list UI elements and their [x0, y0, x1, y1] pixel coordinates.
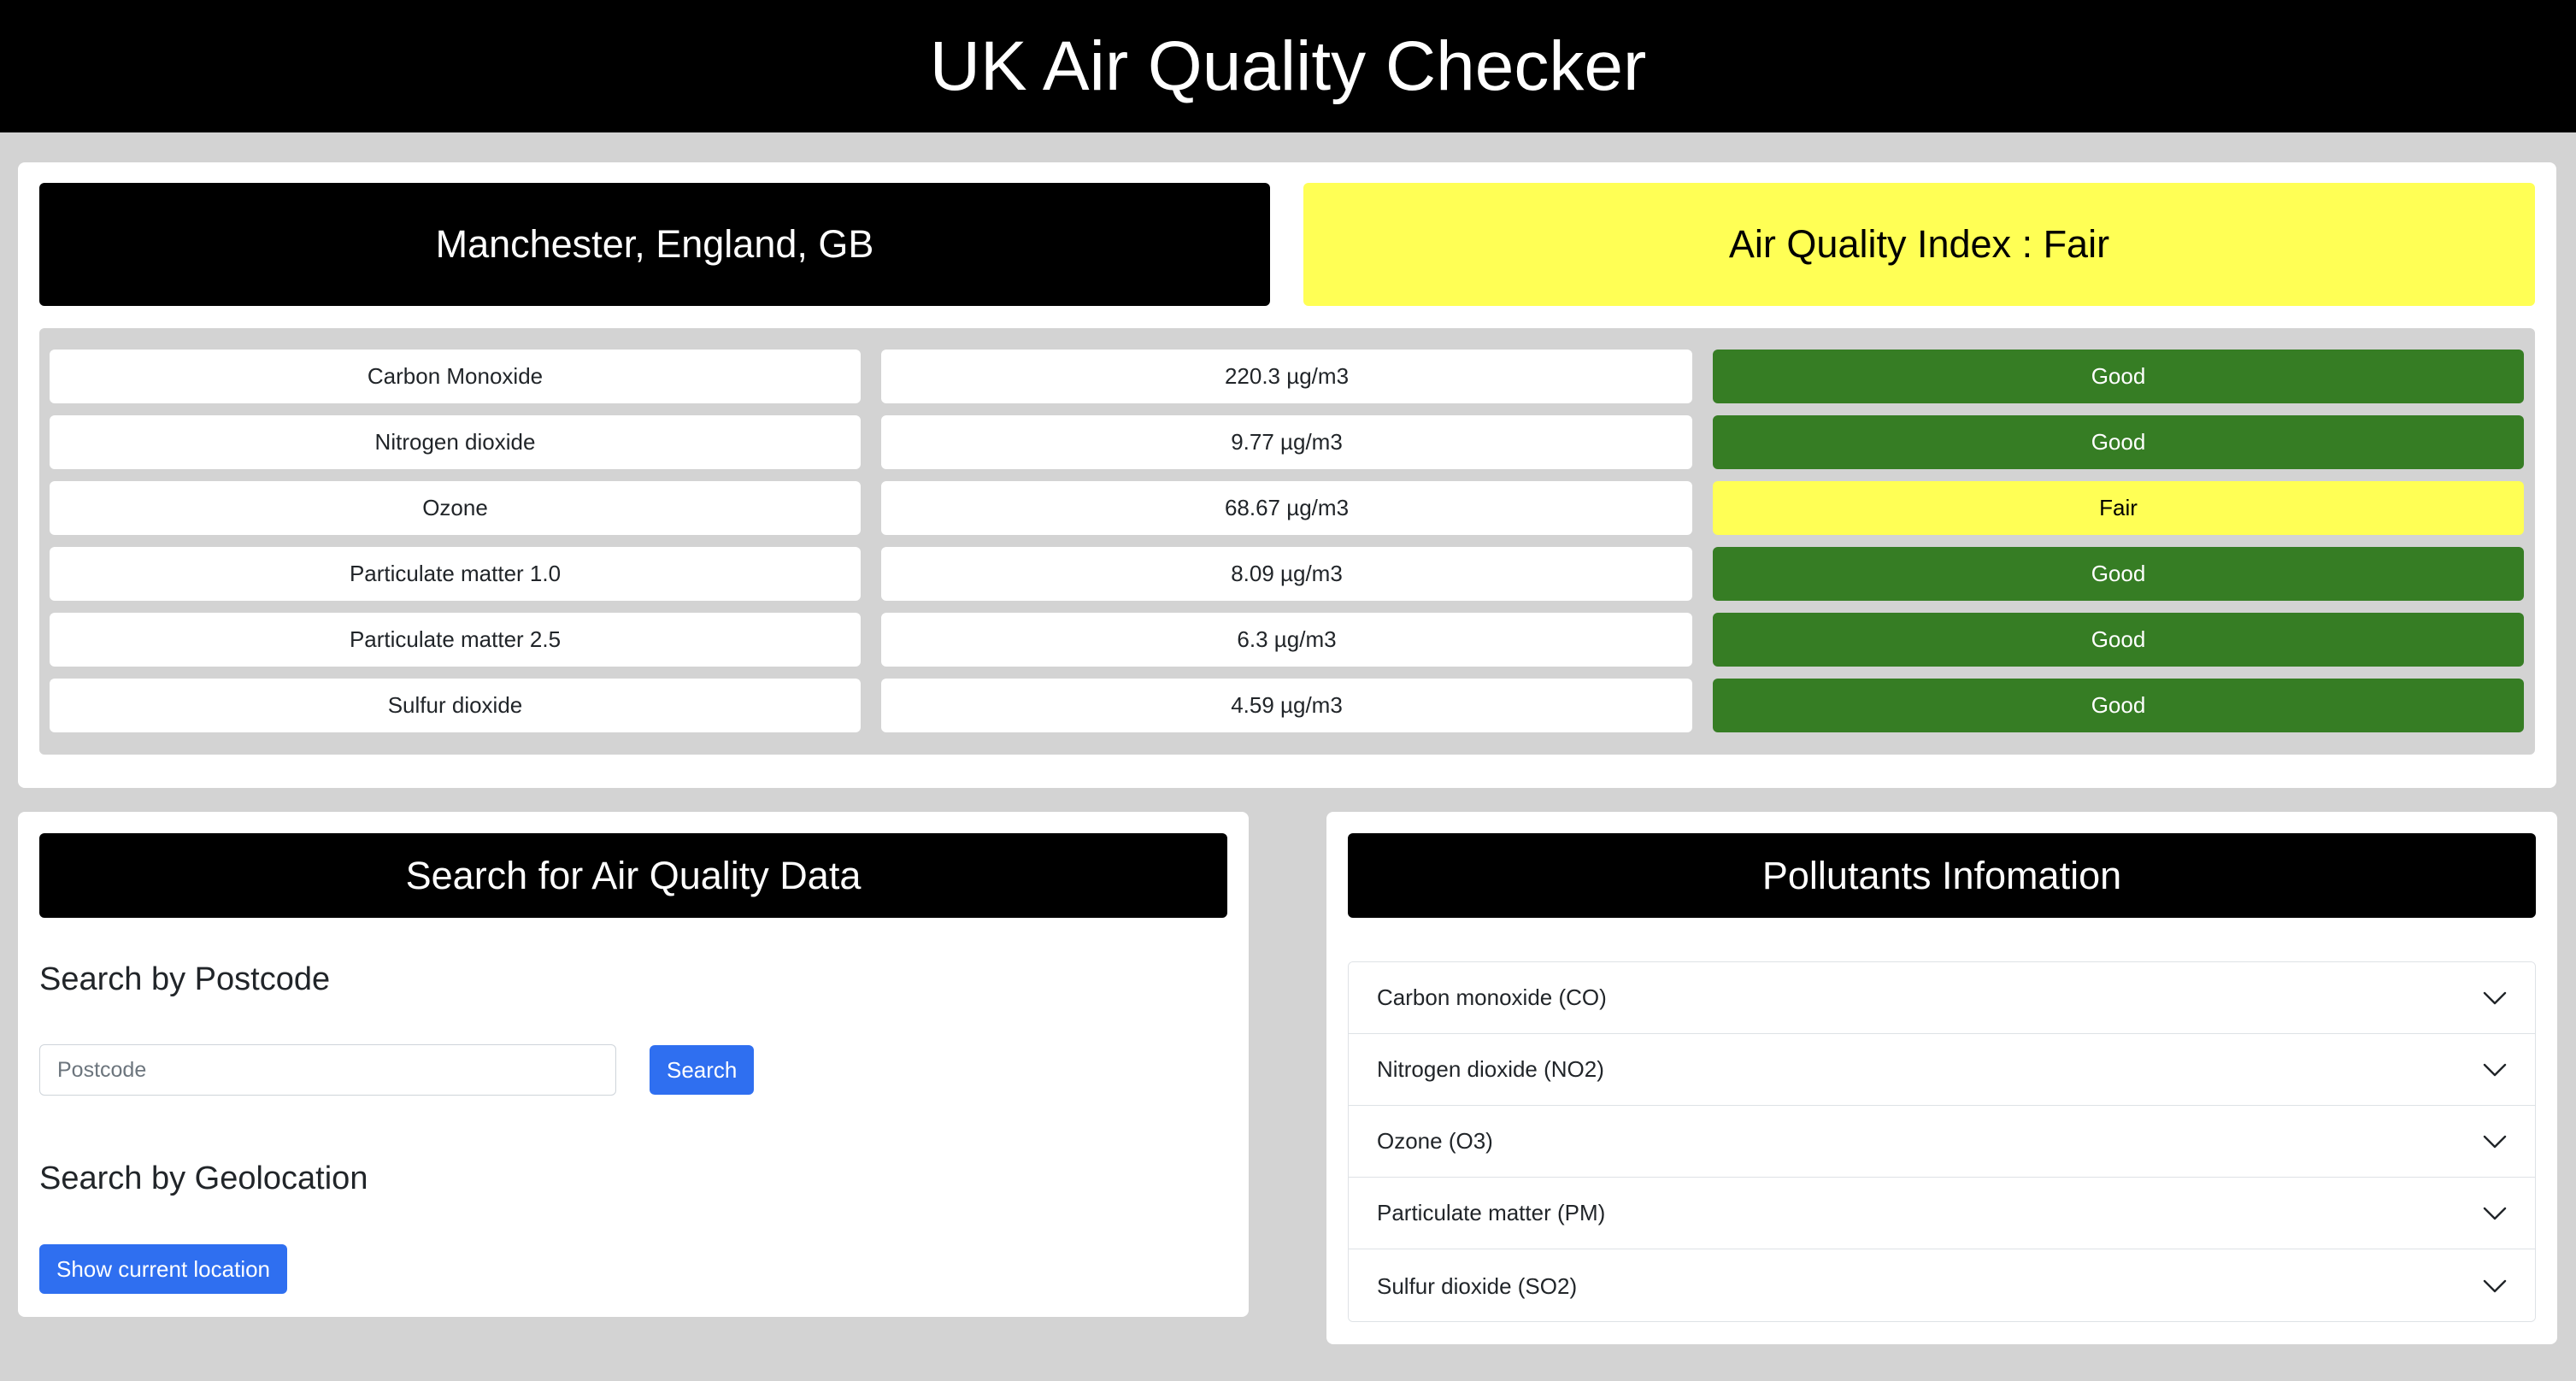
pollutants-info-panel: Pollutants Infomation Carbon monoxide (C…: [1326, 812, 2557, 1344]
pollutant-data-grid: Carbon Monoxide 220.3 µg/m3 Good Nitroge…: [39, 328, 2535, 755]
accordion-item-label: Ozone (O3): [1377, 1128, 1493, 1154]
info-panel-title: Pollutants Infomation: [1348, 833, 2536, 918]
pollutant-value-cell: 9.77 µg/m3: [881, 415, 1692, 469]
accordion-item-nitrogen-dioxide[interactable]: Nitrogen dioxide (NO2): [1349, 1034, 2535, 1106]
chevron-down-icon: [2483, 1135, 2507, 1148]
location-banner: Manchester, England, GB: [39, 183, 1270, 306]
pollutant-name-cell: Sulfur dioxide: [50, 679, 861, 732]
pollutant-status-badge: Good: [1713, 679, 2524, 732]
pollutant-name-cell: Particulate matter 2.5: [50, 613, 861, 667]
accordion-item-particulate-matter[interactable]: Particulate matter (PM): [1349, 1178, 2535, 1249]
pollutant-value-cell: 4.59 µg/m3: [881, 679, 1692, 732]
pollutant-status-badge: Good: [1713, 613, 2524, 667]
pollutants-accordion: Carbon monoxide (CO) Nitrogen dioxide (N…: [1348, 961, 2536, 1322]
aqi-banner: Air Quality Index : Fair: [1303, 183, 2535, 306]
accordion-item-ozone[interactable]: Ozone (O3): [1349, 1106, 2535, 1178]
accordion-item-label: Carbon monoxide (CO): [1377, 984, 1607, 1010]
postcode-heading: Search by Postcode: [39, 961, 331, 997]
pollutant-name-cell: Ozone: [50, 481, 861, 535]
search-panel: Search for Air Quality Data Search by Po…: [18, 812, 1249, 1317]
aqi-label: Air Quality Index : Fair: [1728, 222, 2110, 266]
info-panel-title-text: Pollutants Infomation: [1761, 853, 2122, 897]
search-panel-title: Search for Air Quality Data: [39, 833, 1227, 918]
show-current-location-button[interactable]: Show current location: [39, 1244, 288, 1294]
app-title: UK Air Quality Checker: [929, 26, 1647, 105]
chevron-down-icon: [2483, 991, 2507, 1004]
location-name: Manchester, England, GB: [435, 222, 874, 266]
pollutant-value-cell: 68.67 µg/m3: [881, 481, 1692, 535]
search-panel-title-text: Search for Air Quality Data: [405, 853, 862, 897]
chevron-down-icon: [2483, 1063, 2507, 1076]
accordion-item-label: Sulfur dioxide (SO2): [1377, 1272, 1578, 1299]
pollutant-status-badge: Fair: [1713, 481, 2524, 535]
accordion-item-carbon-monoxide[interactable]: Carbon monoxide (CO): [1349, 962, 2535, 1034]
accordion-item-label: Particulate matter (PM): [1377, 1200, 1606, 1225]
pollutant-name-cell: Nitrogen dioxide: [50, 415, 861, 469]
chevron-down-icon: [2483, 1207, 2507, 1219]
pollutant-value-cell: 220.3 µg/m3: [881, 350, 1692, 403]
pollutant-name-cell: Particulate matter 1.0: [50, 547, 861, 601]
search-button[interactable]: Search: [650, 1045, 755, 1095]
accordion-item-sulfur-dioxide[interactable]: Sulfur dioxide (SO2): [1349, 1249, 2535, 1321]
geolocation-heading: Search by Geolocation: [39, 1161, 368, 1196]
app-header: UK Air Quality Checker: [0, 0, 2576, 132]
pollutant-status-badge: Good: [1713, 350, 2524, 403]
air-quality-summary-panel: Manchester, England, GB Air Quality Inde…: [18, 162, 2556, 788]
postcode-input[interactable]: [39, 1044, 616, 1096]
chevron-down-icon: [2483, 1279, 2507, 1293]
pollutant-value-cell: 8.09 µg/m3: [881, 547, 1692, 601]
accordion-item-label: Nitrogen dioxide (NO2): [1377, 1056, 1604, 1082]
pollutant-status-badge: Good: [1713, 415, 2524, 469]
pollutant-value-cell: 6.3 µg/m3: [881, 613, 1692, 667]
pollutant-status-badge: Good: [1713, 547, 2524, 601]
pollutant-name-cell: Carbon Monoxide: [50, 350, 861, 403]
